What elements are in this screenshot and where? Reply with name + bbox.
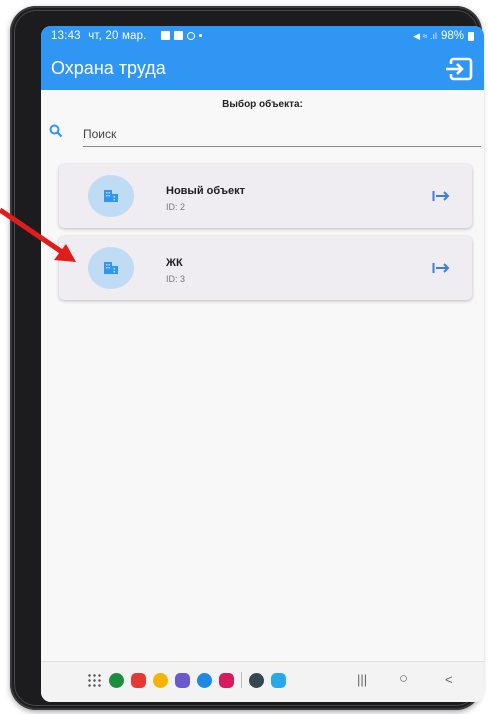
settings-notification-icon — [187, 31, 195, 40]
logout-icon — [446, 57, 473, 81]
object-id: ID: 2 — [166, 202, 186, 212]
object-card[interactable]: Новый объект ID: 2 — [59, 164, 472, 228]
back-button[interactable]: < — [445, 672, 453, 687]
app-telegram-icon[interactable] — [271, 672, 286, 688]
app-red-icon[interactable] — [131, 672, 146, 688]
status-clock: 13:43 — [51, 30, 81, 42]
object-avatar — [88, 175, 134, 217]
object-id: ID: 3 — [166, 274, 186, 284]
object-name: ЖК — [166, 257, 183, 269]
dock-separator — [241, 672, 242, 688]
gallery-notification-icon — [161, 31, 170, 40]
app-yellow-icon[interactable] — [153, 672, 168, 688]
recents-button[interactable]: ||| — [357, 672, 367, 687]
building-icon — [104, 190, 118, 202]
tablet-frame: 13:43 чт, 20 мар. ◀ ≈ .ıl 98% Охрана тру… — [10, 6, 484, 710]
search-input[interactable] — [83, 122, 481, 147]
app-purple-icon[interactable] — [175, 672, 190, 688]
enter-arrow-icon[interactable] — [432, 261, 450, 275]
section-title: Выбор объекта: — [222, 99, 303, 110]
logout-button[interactable] — [444, 56, 474, 82]
search-icon — [49, 124, 63, 138]
status-bar: 13:43 чт, 20 мар. ◀ ≈ .ıl 98% — [41, 26, 484, 48]
app-title: Охрана труда — [51, 58, 166, 78]
message-notification-icon — [174, 31, 183, 40]
object-card[interactable]: ЖК ID: 3 — [59, 236, 472, 300]
apps-grid-icon[interactable] — [87, 672, 102, 688]
search-bar — [49, 122, 481, 148]
object-avatar — [88, 247, 134, 289]
more-notifications-icon — [199, 34, 202, 37]
status-time: 13:43 чт, 20 мар. — [51, 30, 147, 42]
system-status-icons: ◀ ≈ .ıl 98% — [413, 30, 474, 42]
app-header: 13:43 чт, 20 мар. ◀ ≈ .ıl 98% Охрана тру… — [41, 26, 484, 90]
building-icon — [104, 262, 118, 274]
navigation-bar: ||| ○ < — [41, 661, 484, 702]
battery-percent: 98% — [440, 30, 464, 42]
status-date: чт, 20 мар. — [88, 30, 147, 42]
mute-wifi-signal-icon: ◀ ≈ .ıl — [413, 30, 437, 41]
app-pink-icon[interactable] — [219, 672, 234, 688]
app-screen: 13:43 чт, 20 мар. ◀ ≈ .ıl 98% Охрана тру… — [41, 26, 484, 702]
app-chat-icon[interactable] — [197, 672, 212, 688]
home-button[interactable]: ○ — [399, 670, 408, 687]
app-settings-icon[interactable] — [249, 672, 264, 688]
app-dock — [87, 672, 286, 688]
notification-icons — [161, 31, 202, 40]
enter-arrow-icon[interactable] — [432, 189, 450, 203]
app-green-icon[interactable] — [109, 672, 124, 688]
battery-icon — [468, 31, 474, 41]
object-name: Новый объект — [166, 185, 246, 197]
